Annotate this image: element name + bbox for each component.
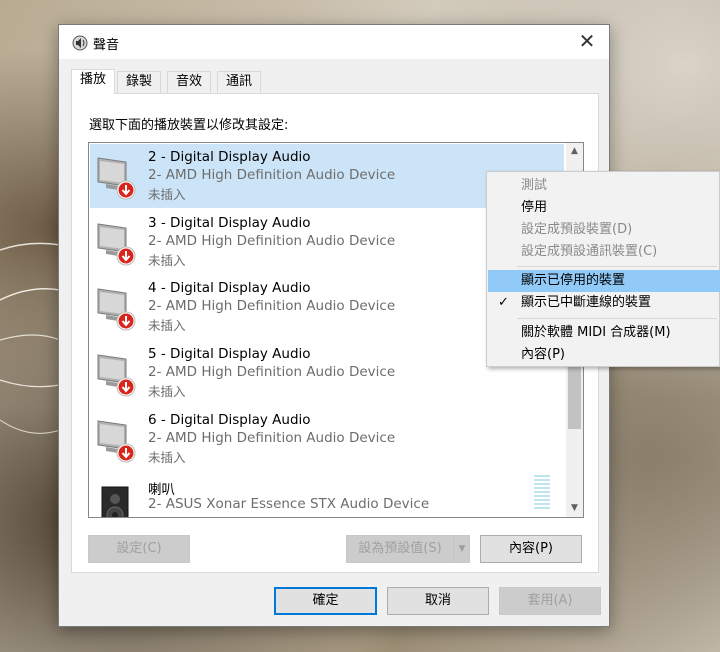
cancel-button[interactable]: 取消	[387, 587, 489, 615]
tab-communications[interactable]: 通訊	[217, 71, 262, 93]
monitor-speaker-icon	[97, 223, 136, 266]
menu-item-properties[interactable]: 內容(P)	[488, 344, 720, 366]
apply-button[interactable]: 套用(A)	[499, 587, 601, 615]
device-description: 2- AMD High Definition Audio Device	[148, 167, 396, 183]
device-name: 6 - Digital Display Audio	[148, 412, 311, 428]
close-button[interactable]: ✕	[571, 29, 603, 55]
title-bar[interactable]: 聲音 ✕	[59, 25, 609, 59]
menu-item-show-disabled[interactable]: 顯示已停用的裝置	[488, 270, 720, 292]
scroll-down-icon[interactable]: ▼	[566, 500, 583, 517]
device-status: 未插入	[148, 253, 186, 268]
properties-button[interactable]: 內容(P)	[480, 535, 582, 563]
monitor-speaker-icon	[97, 157, 136, 200]
tab-playback[interactable]: 播放	[71, 69, 116, 94]
menu-item-midi-about[interactable]: 關於軟體 MIDI 合成器(M)	[488, 322, 720, 344]
ok-button[interactable]: 確定	[274, 587, 377, 615]
menu-item-set-default[interactable]: 設定成預設裝置(D)	[488, 219, 720, 241]
device-status: 未插入	[148, 318, 186, 333]
tab-sounds[interactable]: 音效	[167, 71, 212, 93]
check-icon: ✓	[498, 295, 509, 310]
tab-recording[interactable]: 錄製	[117, 71, 162, 93]
menu-separator	[517, 266, 717, 267]
volume-level-meter	[534, 475, 550, 509]
device-status: 未插入	[148, 384, 186, 399]
device-name: 3 - Digital Display Audio	[148, 215, 311, 231]
instruction-text: 選取下面的播放裝置以修改其設定:	[89, 118, 289, 133]
menu-separator	[517, 318, 717, 319]
device-status: 未插入	[148, 450, 186, 465]
monitor-speaker-icon	[97, 288, 136, 331]
speaker-box-icon	[101, 486, 129, 517]
menu-item-test[interactable]: 測試	[488, 175, 720, 197]
configure-button[interactable]: 設定(C)	[88, 535, 190, 563]
device-description: 2- AMD High Definition Audio Device	[148, 233, 396, 249]
device-description: 2- AMD High Definition Audio Device	[148, 364, 396, 380]
speaker-icon	[72, 35, 88, 51]
window-title: 聲音	[93, 38, 120, 53]
menu-item-disable[interactable]: 停用	[488, 197, 720, 219]
menu-item-label: 顯示已中斷連線的裝置	[521, 295, 652, 310]
device-name: 5 - Digital Display Audio	[148, 346, 311, 362]
device-name: 喇叭	[148, 482, 175, 498]
monitor-speaker-icon	[97, 354, 136, 397]
device-description: 2- ASUS Xonar Essence STX Audio Device	[148, 496, 430, 512]
set-default-dropdown-icon[interactable]: ▼	[454, 535, 470, 563]
device-status: 未插入	[148, 187, 186, 202]
device-name: 4 - Digital Display Audio	[148, 280, 311, 296]
menu-item-show-disconnected[interactable]: ✓ 顯示已中斷連線的裝置	[488, 292, 720, 314]
scroll-up-icon[interactable]: ▲	[566, 143, 583, 160]
device-description: 2- AMD High Definition Audio Device	[148, 430, 396, 446]
monitor-speaker-icon	[97, 420, 136, 463]
context-menu: 測試 停用 設定成預設裝置(D) 設定成預設通訊裝置(C) 顯示已停用的裝置 ✓…	[486, 171, 720, 367]
menu-item-set-default-comm[interactable]: 設定成預設通訊裝置(C)	[488, 241, 720, 263]
list-item[interactable]: 喇叭 2- ASUS Xonar Essence STX Audio Devic…	[90, 473, 564, 517]
device-description: 2- AMD High Definition Audio Device	[148, 298, 396, 314]
device-name: 2 - Digital Display Audio	[148, 149, 311, 165]
set-default-button[interactable]: 設為預設值(S)	[346, 535, 454, 563]
list-item[interactable]: 6 - Digital Display Audio 2- AMD High De…	[90, 407, 564, 471]
